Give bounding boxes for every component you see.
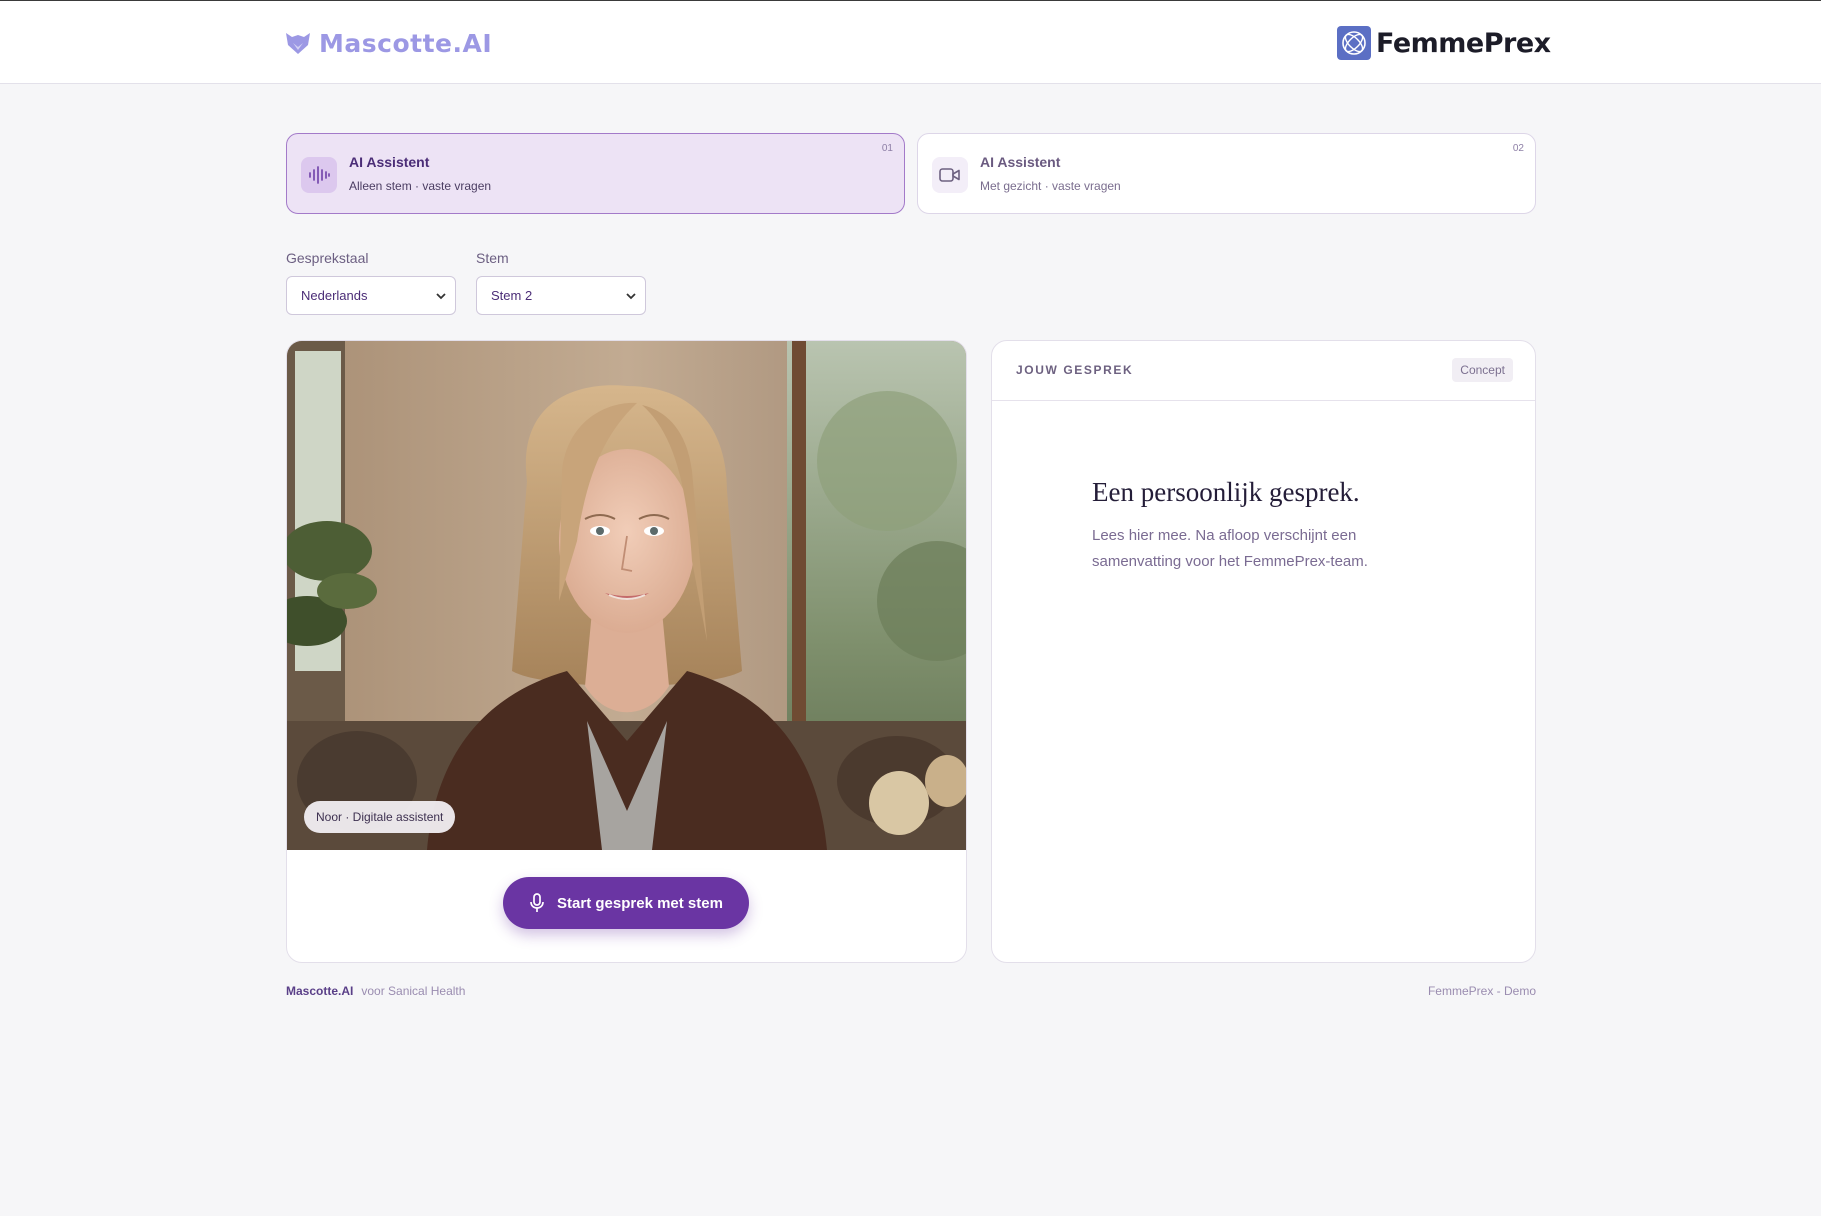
status-badge: Concept: [1452, 358, 1513, 382]
conversation-panel: JOUW GESPREK Concept Een persoonlijk ges…: [991, 340, 1536, 963]
assistant-video: Noor · Digitale assistent: [287, 341, 966, 850]
microphone-icon: [530, 893, 544, 912]
start-button-label: Start gesprek met stem: [557, 894, 723, 912]
mode-title: AI Assistent: [980, 154, 1061, 170]
top-bar: Mascotte.AI FemmePrex: [0, 0, 1821, 84]
mode-number: 01: [881, 143, 893, 154]
conversation-header: JOUW GESPREK Concept: [992, 341, 1535, 401]
video-camera-icon: [939, 168, 960, 182]
waveform-icon: [309, 166, 330, 184]
mascotte-logo[interactable]: Mascotte.AI: [285, 27, 492, 59]
footer-brand[interactable]: Mascotte.AI: [286, 984, 353, 998]
conversation-title: Een persoonlijk gesprek.: [1092, 477, 1360, 507]
mode-icon-box: [301, 157, 337, 193]
mode-title: AI Assistent: [349, 154, 430, 170]
voice-label: Stem: [476, 250, 509, 266]
start-voice-conversation-button[interactable]: Start gesprek met stem: [503, 877, 749, 929]
mode-subtitle: Alleen stem · vaste vragen: [349, 179, 492, 193]
assistant-portrait: [287, 341, 966, 850]
mode-card-face[interactable]: AI Assistent Met gezicht · vaste vragen …: [917, 133, 1536, 214]
conversation-header-label: JOUW GESPREK: [1016, 363, 1134, 377]
assistant-video-card: Noor · Digitale assistent Start gesprek …: [286, 340, 967, 963]
assistant-name-badge: Noor · Digitale assistent: [304, 801, 456, 833]
language-select[interactable]: Nederlands: [286, 276, 456, 315]
chevron-down-icon: [436, 293, 446, 300]
footer-right: FemmePrex - Demo: [1427, 984, 1536, 998]
fox-logo-icon: [286, 33, 310, 54]
mode-icon-box: [932, 157, 968, 193]
conversation-description: Lees hier mee. Na afloop verschijnt een …: [1092, 527, 1368, 570]
mode-number: 02: [1512, 143, 1524, 154]
mascotte-wordmark: Mascotte.AI: [319, 28, 493, 58]
footer-left: Mascotte.AI voor Sanical Health: [286, 984, 465, 998]
mode-subtitle: Met gezicht · vaste vragen: [980, 179, 1121, 193]
voice-value: Stem 2: [491, 288, 533, 303]
femmeprex-logo-icon: [1337, 26, 1371, 60]
language-label: Gesprekstaal: [286, 250, 369, 266]
femmeprex-wordmark: FemmePrex: [1376, 27, 1551, 59]
femmeprex-logo[interactable]: FemmePrex: [1336, 24, 1551, 62]
footer-tagline: voor Sanical Health: [361, 984, 466, 998]
chevron-down-icon: [626, 293, 636, 300]
mode-card-voice[interactable]: AI Assistent Alleen stem · vaste vragen …: [286, 133, 905, 214]
language-value: Nederlands: [301, 288, 368, 303]
voice-select[interactable]: Stem 2: [476, 276, 646, 315]
